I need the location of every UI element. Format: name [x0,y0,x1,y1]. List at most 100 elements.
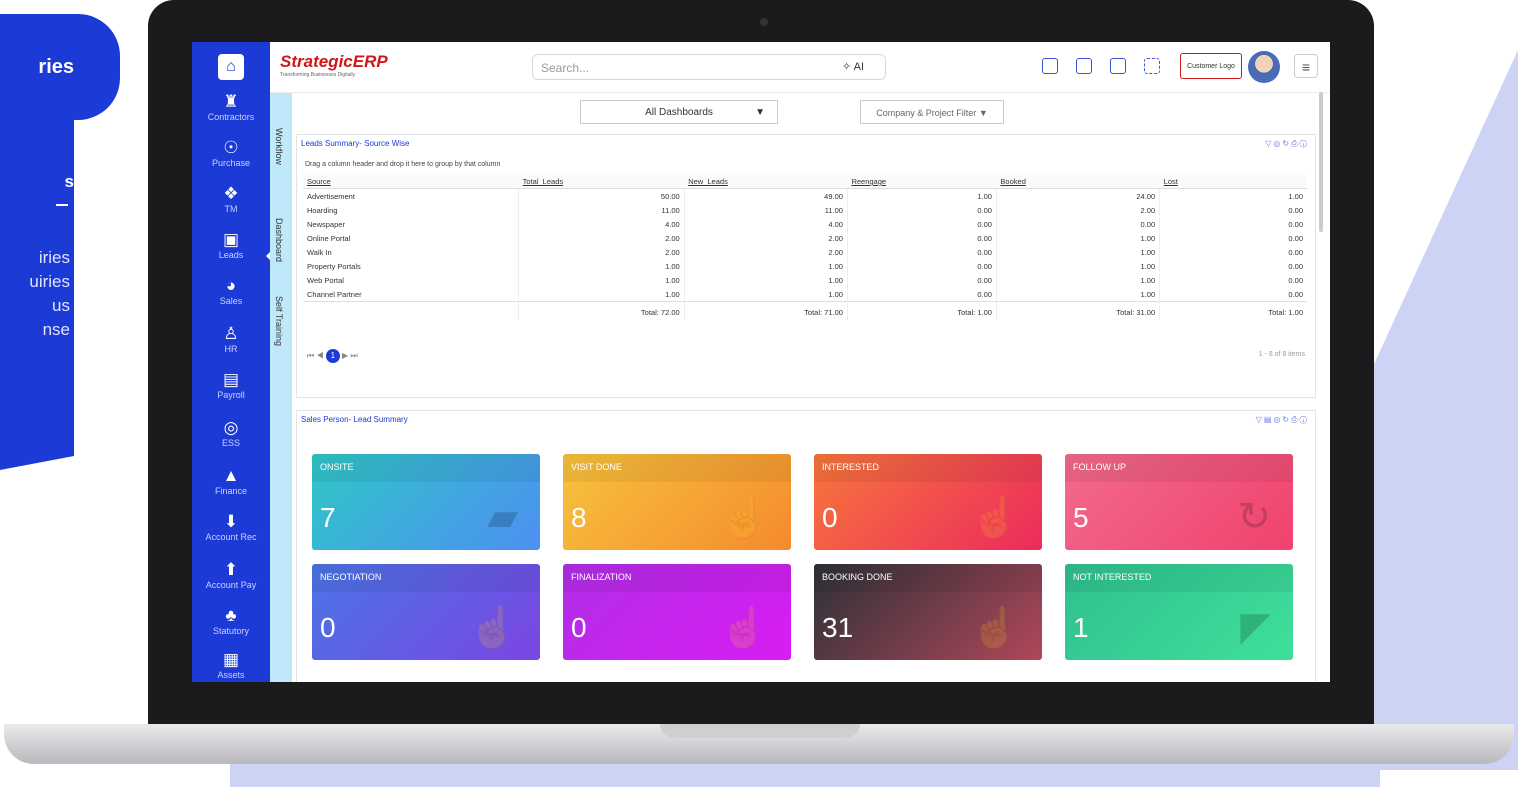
first-page-icon[interactable]: ⏮ [307,351,314,360]
card-value: 31 [822,612,854,643]
card-label: ONSITE [320,462,354,472]
table-cell: 0.00 [995,217,1160,231]
sidebar-item-sales[interactable]: ◕ Sales [192,276,270,306]
info-icon[interactable]: ⓘ [1300,139,1309,148]
sidebar-item-label: Account Rec [205,532,257,542]
print-icon[interactable]: ⎙ [1291,139,1299,148]
customer-logo: Customer Logo [1180,53,1242,79]
column-header[interactable]: New_Leads [684,175,848,189]
info-icon[interactable]: ⓘ [1300,415,1309,424]
filter-label: Company & Project Filter [876,108,977,118]
sidebar-item-leads[interactable]: ▣ Leads [192,230,270,260]
logo-tagline: Transforming Businesses Digitally [280,72,356,78]
status-card[interactable]: FINALIZATION 0 ☝ [563,564,791,660]
avatar[interactable] [1248,51,1280,83]
external-link-icon[interactable] [1076,58,1092,74]
play-icon[interactable] [1110,58,1126,74]
next-page-icon[interactable]: ▶ [342,351,348,360]
left-pill: ries [0,14,120,120]
table-row[interactable]: Web Portal 1.00 1.00 0.00 1.00 0.00 [303,273,1307,287]
total-cell: Total: 1.00 [1159,301,1307,320]
column-header[interactable]: Total_Leads [518,175,685,189]
status-card[interactable]: NEGOTIATION 0 ☝ [312,564,540,660]
sidebar-item-purchase[interactable]: ☉ Purchase [192,138,270,168]
table-cell: 0.00 [846,217,997,231]
sidebar-item-statutory[interactable]: ♣ Statutory [192,606,270,636]
company-project-filter[interactable]: Company & Project Filter ▼ [860,100,1004,124]
save-icon[interactable]: ▤ [1264,415,1274,424]
home-icon[interactable]: ⌂ [218,54,244,80]
thumbs-up-icon: ☝ [970,606,1020,650]
table-row[interactable]: Channel Partner 1.00 1.00 0.00 1.00 0.00 [303,287,1307,302]
sidebar-item-label: ESS [221,438,240,448]
table-cell: 50.00 [518,188,685,203]
sidebar-item-account-rec[interactable]: ⬇ Account Rec [192,512,270,542]
table-row[interactable]: Advertisement 50.00 49.00 1.00 24.00 1.00 [303,188,1307,203]
table-cell: 0.00 [1159,273,1307,287]
table-cell: 0.00 [846,203,997,217]
table-cell: 0.00 [846,245,997,259]
search-input[interactable]: Search... [532,54,886,80]
prev-page-icon[interactable]: ◀ [316,351,323,360]
table-row[interactable]: Hoarding 11.00 11.00 0.00 2.00 0.00 [303,203,1307,217]
header: StrategicERP Transforming Businesses Dig… [270,42,1330,93]
table-row[interactable]: Property Portals 1.00 1.00 0.00 1.00 0.00 [303,259,1307,273]
scrollbar[interactable] [1319,92,1323,232]
app-logo[interactable]: StrategicERP [280,52,388,72]
left-panel-list: iries uiries us nse [0,246,70,342]
status-card[interactable]: BOOKING DONE 31 ☝ [814,564,1042,660]
table-cell: 1.00 [995,287,1160,302]
last-page-icon[interactable]: ⏭ [350,351,357,360]
column-header[interactable]: Source [303,175,519,189]
table-cell: 4.00 [518,217,685,231]
table-row[interactable]: Newspaper 4.00 4.00 0.00 0.00 0.00 [303,217,1307,231]
sidebar-item-label: Purchase [211,158,251,168]
refresh-icon: ↻ [1237,495,1271,539]
fullscreen-icon[interactable] [1144,58,1160,74]
filter-icon[interactable]: ▽ [1256,415,1264,424]
dashboard-select[interactable]: All Dashboards ▼ [580,100,778,124]
status-card[interactable]: FOLLOW UP 5 ↻ [1065,454,1293,550]
table-cell: 49.00 [683,188,848,203]
hr-icon: ♙ [223,324,239,343]
left-panel: s iries uiries us nse [0,120,74,470]
sidebar-item-label: Leads [218,250,244,260]
status-card[interactable]: ONSITE 7 ▰ [312,454,540,550]
refresh-icon[interactable]: ↻ [1282,139,1291,148]
sidebar-item-finance[interactable]: ▲ Finance [192,466,270,496]
vertical-tab-strip [270,92,292,682]
leads-summary-panel: Leads Summary- Source Wise ▽◎↻⎙ⓘ Drag a … [296,134,1316,398]
table-cell: 2.00 [518,231,685,245]
column-header[interactable]: Lost [1159,175,1307,189]
table-cell: 1.00 [518,273,685,287]
sidebar-item-account-pay[interactable]: ⬆ Account Pay [192,560,270,590]
leads-table: Source Total_Leads New_Leads Reengage Bo… [303,175,1307,320]
table-row[interactable]: Walk In 2.00 2.00 0.00 1.00 0.00 [303,245,1307,259]
panel-toolbar: ▽▤◎↻⎙ⓘ [1256,415,1309,425]
sidebar-item-tm[interactable]: ❖ TM [192,184,270,214]
sidebar-item-hr[interactable]: ♙ HR [192,324,270,354]
grid-icon[interactable] [1042,58,1058,74]
table-cell: Online Portal [307,233,351,243]
sidebar-item-contractors[interactable]: ♜ Contractors [192,92,270,122]
column-header[interactable]: Reengage [847,175,997,189]
status-card[interactable]: VISIT DONE 8 ☝ [563,454,791,550]
column-header[interactable]: Booked [996,175,1160,189]
current-page[interactable]: 1 [325,349,340,363]
tab-dashboard[interactable]: Dashboard [274,218,284,262]
print-icon[interactable]: ⎙ [1291,415,1299,424]
tab-self-training[interactable]: Self Training [274,296,284,346]
status-card[interactable]: NOT INTERESTED 1 ◤ [1065,564,1293,660]
ai-button[interactable]: ✧ AI [842,54,892,80]
tab-workflow[interactable]: Workflow [274,128,284,165]
table-cell: 1.00 [683,259,848,273]
refresh-icon[interactable]: ↻ [1282,415,1291,424]
status-card[interactable]: INTERESTED 0 ☝ [814,454,1042,550]
laptop-notch [660,724,860,738]
sidebar-item-payroll[interactable]: ▤ Payroll [192,370,270,400]
table-row[interactable]: Online Portal 2.00 2.00 0.00 1.00 0.00 [303,231,1307,245]
sidebar-item-ess[interactable]: ◎ ESS [192,418,270,448]
sidebar-item-assets[interactable]: ▦ Assets [192,650,270,680]
sidebar-item-label: Assets [217,670,245,680]
menu-icon[interactable]: ≡ [1294,54,1318,78]
